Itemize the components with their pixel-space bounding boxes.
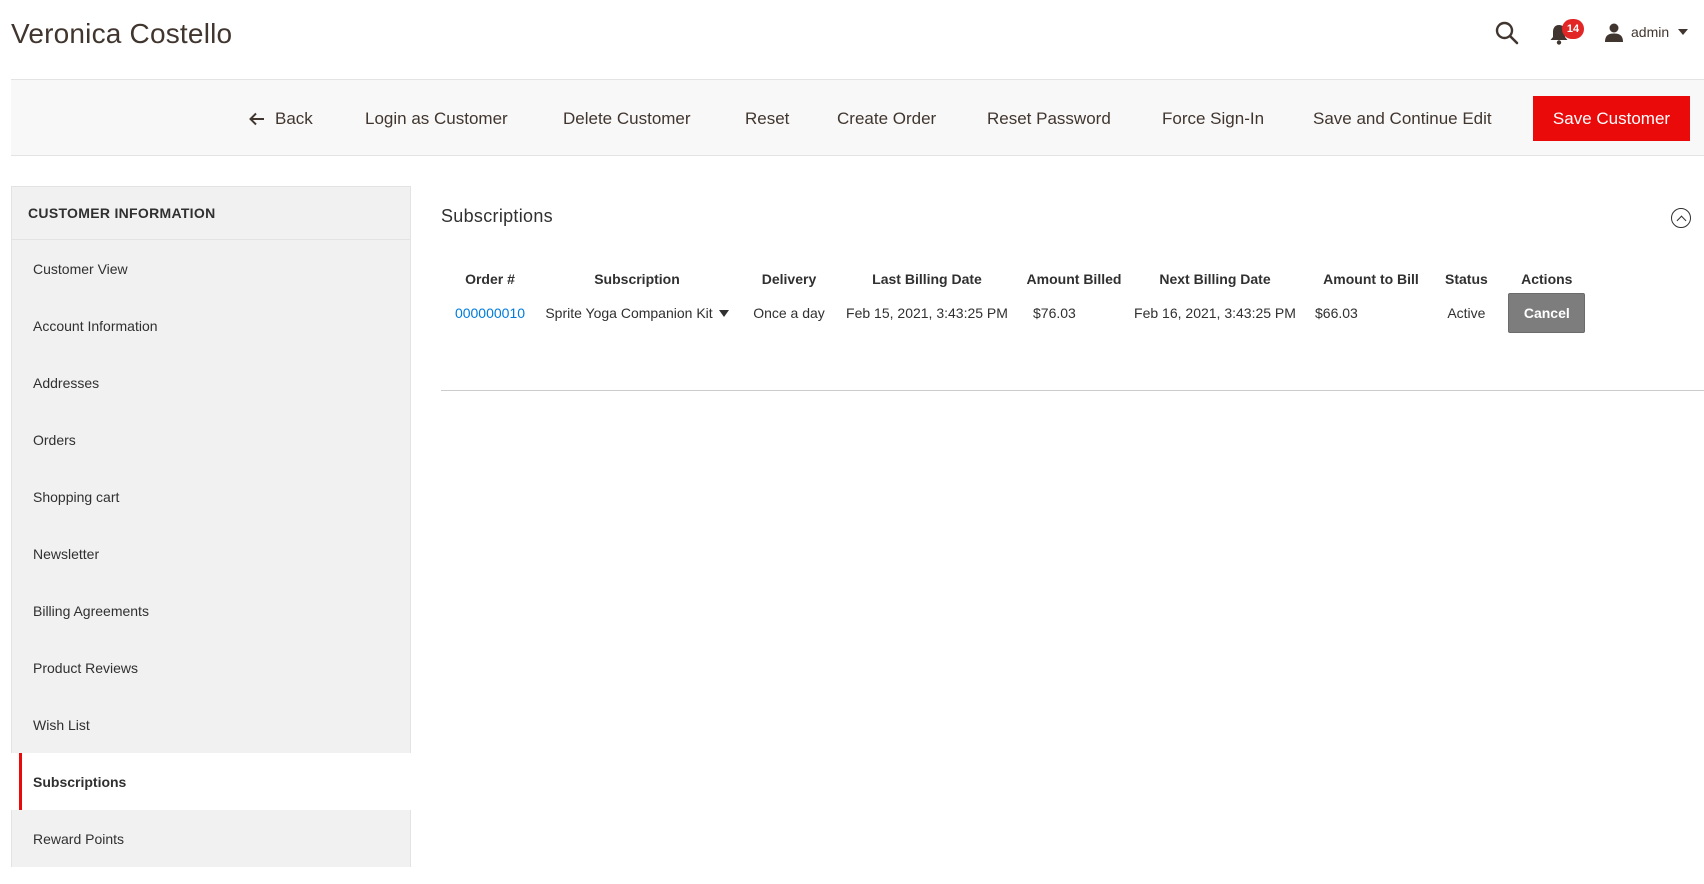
reset-password-button[interactable]: Reset Password: [987, 105, 1111, 133]
customer-information-sidebar: CUSTOMER INFORMATION Customer View Accou…: [11, 186, 411, 884]
column-header-last-billing-date: Last Billing Date: [872, 271, 982, 287]
cancel-subscription-button[interactable]: Cancel: [1508, 293, 1586, 333]
column-header-order: Order #: [465, 271, 515, 287]
last-billing-date-cell: Feb 15, 2021, 3:43:25 PM: [846, 305, 1008, 321]
page-title: Veronica Costello: [11, 18, 233, 49]
column-header-status: Status: [1445, 271, 1488, 287]
arrow-left-icon: [249, 112, 264, 126]
amount-to-bill-cell: $66.03: [1315, 305, 1358, 321]
sidebar-item-wish-list[interactable]: Wish List: [11, 696, 411, 753]
table-row: 000000010 Sprite Yoga Companion Kit Once…: [449, 293, 1602, 349]
login-as-customer-button[interactable]: Login as Customer: [365, 105, 508, 133]
caret-down-icon: [718, 309, 729, 317]
sidebar-title: CUSTOMER INFORMATION: [11, 186, 411, 240]
section-title: Subscriptions: [441, 206, 553, 226]
column-header-next-billing-date: Next Billing Date: [1159, 271, 1271, 287]
sidebar-item-billing-agreements[interactable]: Billing Agreements: [11, 582, 411, 639]
collapse-section-button[interactable]: [1671, 208, 1691, 228]
subscription-dropdown[interactable]: Sprite Yoga Companion Kit: [545, 305, 729, 321]
column-header-amount-to-bill: Amount to Bill: [1323, 271, 1419, 287]
column-header-subscription: Subscription: [594, 271, 680, 287]
caret-down-icon: [1678, 29, 1689, 35]
order-link[interactable]: 000000010: [455, 305, 525, 321]
user-icon: [1605, 23, 1623, 42]
status-cell: Active: [1447, 305, 1486, 321]
sidebar-item-product-reviews[interactable]: Product Reviews: [11, 639, 411, 696]
sidebar-item-account-information[interactable]: Account Information: [11, 297, 411, 354]
section-divider: [441, 390, 1704, 391]
subscriptions-table: Order # Subscription Delivery Last Billi…: [449, 271, 1602, 349]
subscription-cell: Sprite Yoga Companion Kit: [531, 303, 743, 349]
sidebar-item-subscriptions[interactable]: Subscriptions: [19, 753, 411, 810]
sidebar-item-newsletter[interactable]: Newsletter: [11, 525, 411, 582]
notification-count-badge: 14: [1562, 19, 1584, 39]
back-button[interactable]: Back: [249, 105, 313, 133]
subscription-name: Sprite Yoga Companion Kit: [545, 305, 713, 321]
user-name: admin: [1631, 24, 1670, 40]
table-header-row: Order # Subscription Delivery Last Billi…: [449, 271, 1602, 303]
sidebar-item-customer-view[interactable]: Customer View: [11, 240, 411, 297]
search-button[interactable]: [1494, 20, 1520, 46]
amount-billed-cell: $76.03: [1033, 305, 1076, 321]
force-sign-in-button[interactable]: Force Sign-In: [1162, 105, 1264, 133]
delete-customer-button[interactable]: Delete Customer: [563, 105, 691, 133]
sidebar-item-shopping-cart[interactable]: Shopping cart: [11, 468, 411, 525]
sidebar-item-addresses[interactable]: Addresses: [11, 354, 411, 411]
user-menu-button[interactable]: admin: [1604, 20, 1689, 44]
save-customer-button[interactable]: Save Customer: [1533, 96, 1690, 141]
delivery-cell: Once a day: [753, 305, 825, 321]
save-and-continue-button[interactable]: Save and Continue Edit: [1313, 105, 1492, 133]
chevron-up-icon: [1676, 215, 1686, 225]
next-billing-date-cell: Feb 16, 2021, 3:43:25 PM: [1134, 305, 1296, 321]
column-header-delivery: Delivery: [761, 271, 817, 287]
page-actions-toolbar: Back Login as Customer Delete Customer R…: [11, 79, 1704, 156]
page-header: Veronica Costello 14 admin: [0, 0, 1704, 79]
column-header-amount-billed: Amount Billed: [1026, 271, 1122, 287]
search-icon: [1495, 21, 1519, 45]
reset-button[interactable]: Reset: [745, 105, 789, 133]
create-order-button[interactable]: Create Order: [837, 105, 936, 133]
order-cell: 000000010: [449, 303, 531, 349]
back-button-label: Back: [275, 109, 313, 128]
sidebar-item-orders[interactable]: Orders: [11, 411, 411, 468]
sidebar-item-reward-points[interactable]: Reward Points: [11, 810, 411, 867]
actions-cell: Cancel: [1492, 293, 1602, 349]
